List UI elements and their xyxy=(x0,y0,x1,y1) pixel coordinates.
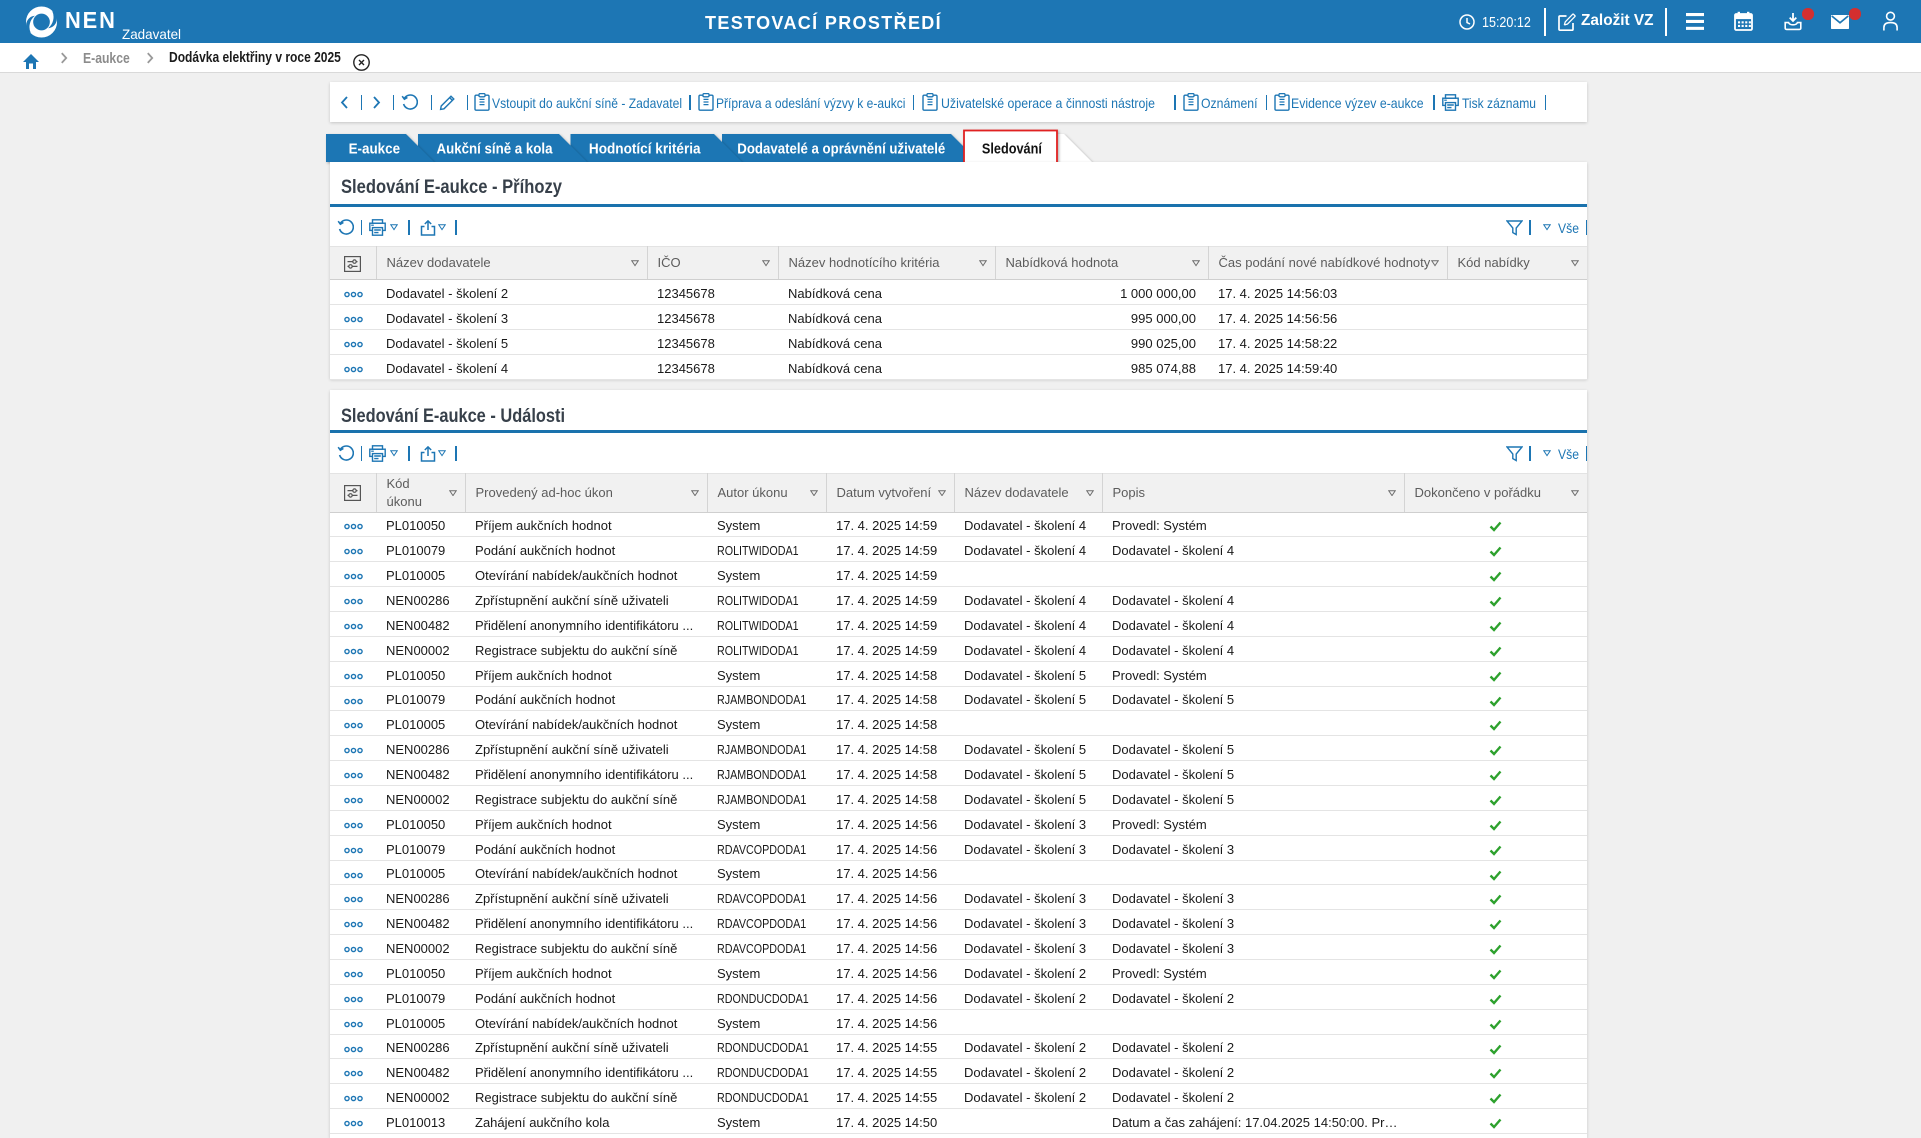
svg-text:Sledování: Sledování xyxy=(982,142,1043,158)
svg-text:E-aukce: E-aukce xyxy=(349,142,401,158)
svg-text:Hodnotící kritéria: Hodnotící kritéria xyxy=(589,142,702,158)
svg-text:Aukční síně a kola: Aukční síně a kola xyxy=(437,142,554,158)
svg-text:Dodavatelé a oprávnění uživate: Dodavatelé a oprávnění uživatelé xyxy=(737,142,945,158)
